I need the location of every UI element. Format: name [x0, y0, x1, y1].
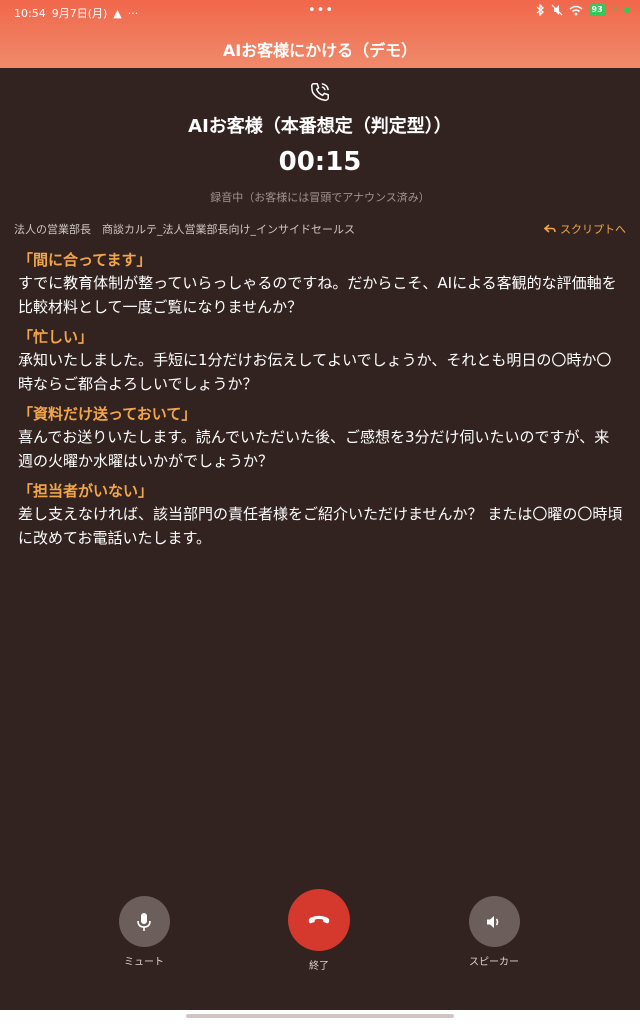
microphone-icon	[137, 912, 151, 931]
status-date: 9月7日(月)	[51, 7, 108, 20]
reply-arrow-icon	[544, 224, 556, 233]
mute-label: ミュート	[124, 957, 164, 968]
speaker-label: スピーカー	[469, 957, 519, 968]
phone-call-icon	[311, 83, 329, 101]
wifi-icon	[569, 5, 583, 15]
end-call-control: 終了	[274, 889, 364, 972]
mute-status-icon	[551, 4, 562, 16]
status-time: 10:54	[14, 6, 46, 20]
bluetooth-icon	[536, 4, 544, 16]
app-header: 10:54 9月7日(月) ▲ ··· ••• 93 ⚡ AIお客様にかける（デ…	[0, 0, 640, 68]
camera-indicator-icon	[624, 7, 630, 13]
script-link-label: スクリプトへ	[560, 223, 626, 236]
speaker-control: スピーカー	[454, 896, 534, 968]
script-heading: 「資料だけ送っておいて」	[18, 405, 197, 423]
script-body: 承知いたしました。手短に1分だけお伝えしてよいでしょうか、それとも明日の〇時か〇…	[18, 351, 612, 393]
script-item: 「忙しい」 承知いたしました。手短に1分だけお伝えしてよいでしょうか、それとも明…	[18, 326, 624, 396]
multitask-dots-icon[interactable]: •••	[308, 3, 334, 18]
end-call-label: 終了	[309, 961, 329, 972]
mute-control: ミュート	[104, 896, 184, 968]
page-title: AIお客様にかける（デモ）	[222, 41, 418, 60]
caller-name: AIお客様（本番想定（判定型））	[188, 116, 452, 137]
status-bar: 10:54 9月7日(月) ▲ ··· ••• 93 ⚡	[0, 0, 640, 24]
script-body: 喜んでお送りいたします。読んでいただいた後、ご感想を3分だけ伺いたいのですが、来…	[18, 428, 610, 470]
script-item: 「担当者がいない」 差し支えなければ、該当部門の責任者様をご紹介いただけませんか…	[18, 480, 624, 550]
more-notifications-icon: ···	[127, 6, 139, 20]
warning-icon: ▲	[113, 6, 122, 20]
home-indicator[interactable]	[186, 1014, 454, 1018]
end-call-button[interactable]	[288, 889, 350, 951]
mute-button[interactable]	[118, 896, 170, 947]
script-link[interactable]: スクリプトへ	[544, 221, 626, 237]
hang-up-icon	[308, 915, 330, 924]
script-heading: 「間に合ってます」	[18, 251, 152, 269]
script-body: すでに教育体制が整っていらっしゃるのですね。だからこそ、AIによる客観的な評価軸…	[18, 274, 617, 316]
speaker-button[interactable]	[468, 896, 520, 947]
call-timer: 00:15	[278, 147, 362, 177]
recording-notice: 録音中（お客様には冒頭でアナウンス済み）	[210, 191, 430, 204]
script-body: 差し支えなければ、該当部門の責任者様をご紹介いただけませんか？ または〇曜の〇時…	[18, 505, 623, 547]
script-heading: 「忙しい」	[18, 328, 94, 346]
customer-info: 法人の営業部長 商談カルテ_法人営業部長向け_インサイドセールス	[14, 223, 355, 236]
script-item: 「間に合ってます」 すでに教育体制が整っていらっしゃるのですね。だからこそ、AI…	[18, 249, 624, 319]
speaker-icon	[487, 915, 499, 928]
script-heading: 「担当者がいない」	[18, 482, 154, 500]
call-meta-row: 法人の営業部長 商談カルテ_法人営業部長向け_インサイドセールス スクリプトへ	[14, 221, 626, 237]
objection-script-list: 「間に合ってます」 すでに教育体制が整っていらっしゃるのですね。だからこそ、AI…	[18, 249, 624, 557]
charging-icon: ⚡	[611, 5, 618, 15]
script-item: 「資料だけ送っておいて」 喜んでお送りいたします。読んでいただいた後、ご感想を3…	[18, 403, 624, 473]
battery-icon: 93	[588, 4, 606, 16]
